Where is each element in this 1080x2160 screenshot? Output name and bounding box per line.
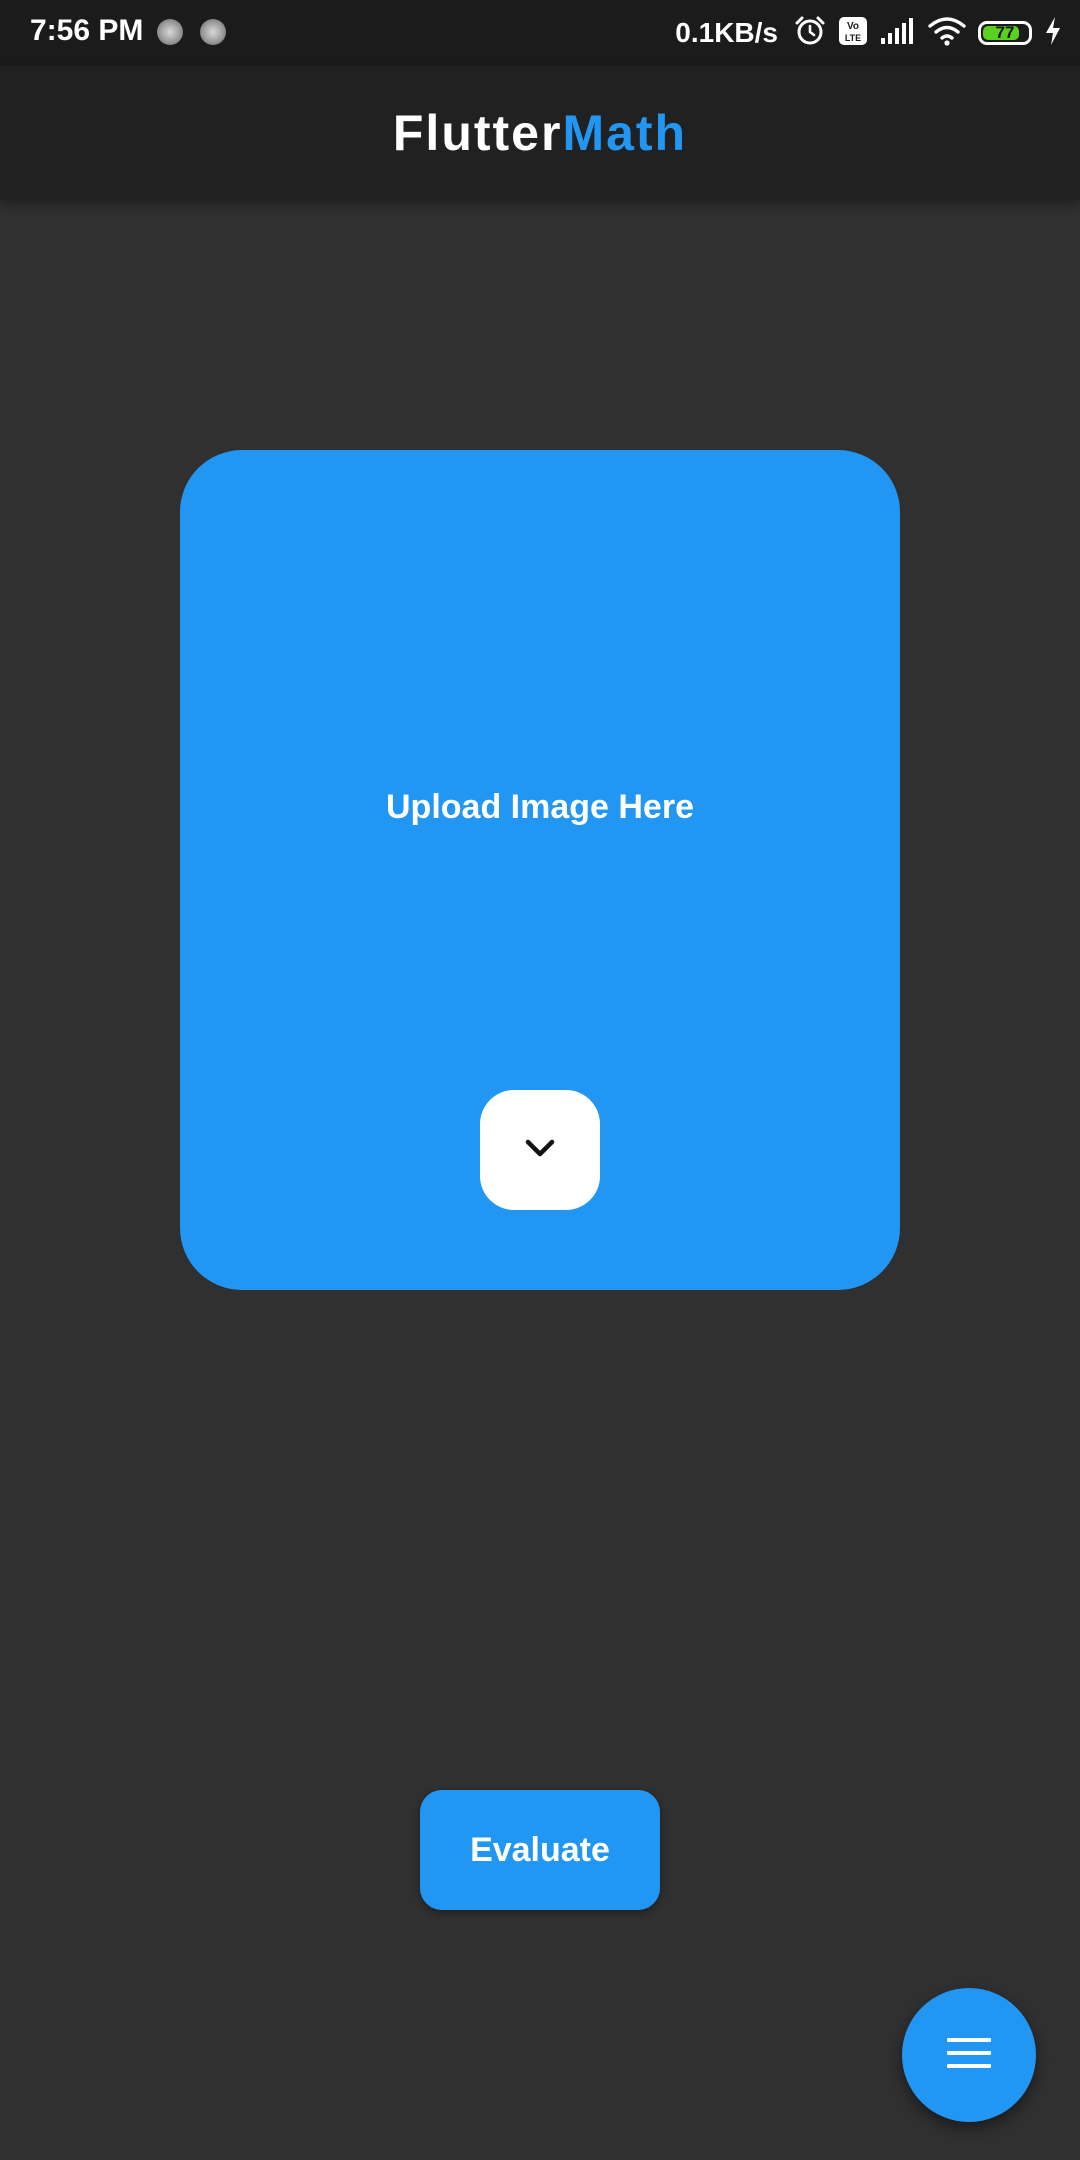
app-title: FlutterMath bbox=[393, 104, 687, 162]
notification-dot-icon bbox=[200, 19, 226, 45]
menu-icon bbox=[945, 2035, 993, 2076]
svg-text:LTE: LTE bbox=[845, 33, 861, 43]
battery-percentage: 77 bbox=[995, 23, 1015, 42]
app-bar: FlutterMath bbox=[0, 66, 1080, 200]
menu-fab[interactable] bbox=[902, 1988, 1036, 2122]
alarm-icon bbox=[794, 15, 826, 52]
upload-label: Upload Image Here bbox=[386, 788, 694, 826]
expand-button[interactable] bbox=[480, 1090, 600, 1210]
chevron-down-icon bbox=[522, 1136, 558, 1165]
wifi-icon bbox=[928, 16, 966, 51]
status-bar: 7:56 PM 0.1KB/s Vo LTE 77 bbox=[0, 0, 1080, 66]
charging-icon bbox=[1044, 16, 1062, 51]
volte-icon: Vo LTE bbox=[838, 16, 868, 51]
app-title-flutter: Flutter bbox=[392, 105, 563, 161]
status-icons: 0.1KB/s Vo LTE 77 bbox=[675, 12, 1062, 54]
svg-text:Vo: Vo bbox=[847, 21, 859, 32]
upload-image-area[interactable]: Upload Image Here bbox=[180, 450, 900, 1290]
network-speed: 0.1KB/s bbox=[675, 17, 778, 48]
evaluate-button[interactable]: Evaluate bbox=[420, 1790, 660, 1910]
battery-icon: 77 bbox=[978, 21, 1032, 45]
app-title-math: Math bbox=[562, 105, 688, 161]
app-screen: 7:56 PM 0.1KB/s Vo LTE 77 FlutterMath Up… bbox=[0, 0, 1080, 2160]
notification-dot-icon bbox=[157, 19, 183, 45]
status-time: 7:56 PM bbox=[30, 14, 144, 47]
signal-icon bbox=[880, 16, 916, 51]
